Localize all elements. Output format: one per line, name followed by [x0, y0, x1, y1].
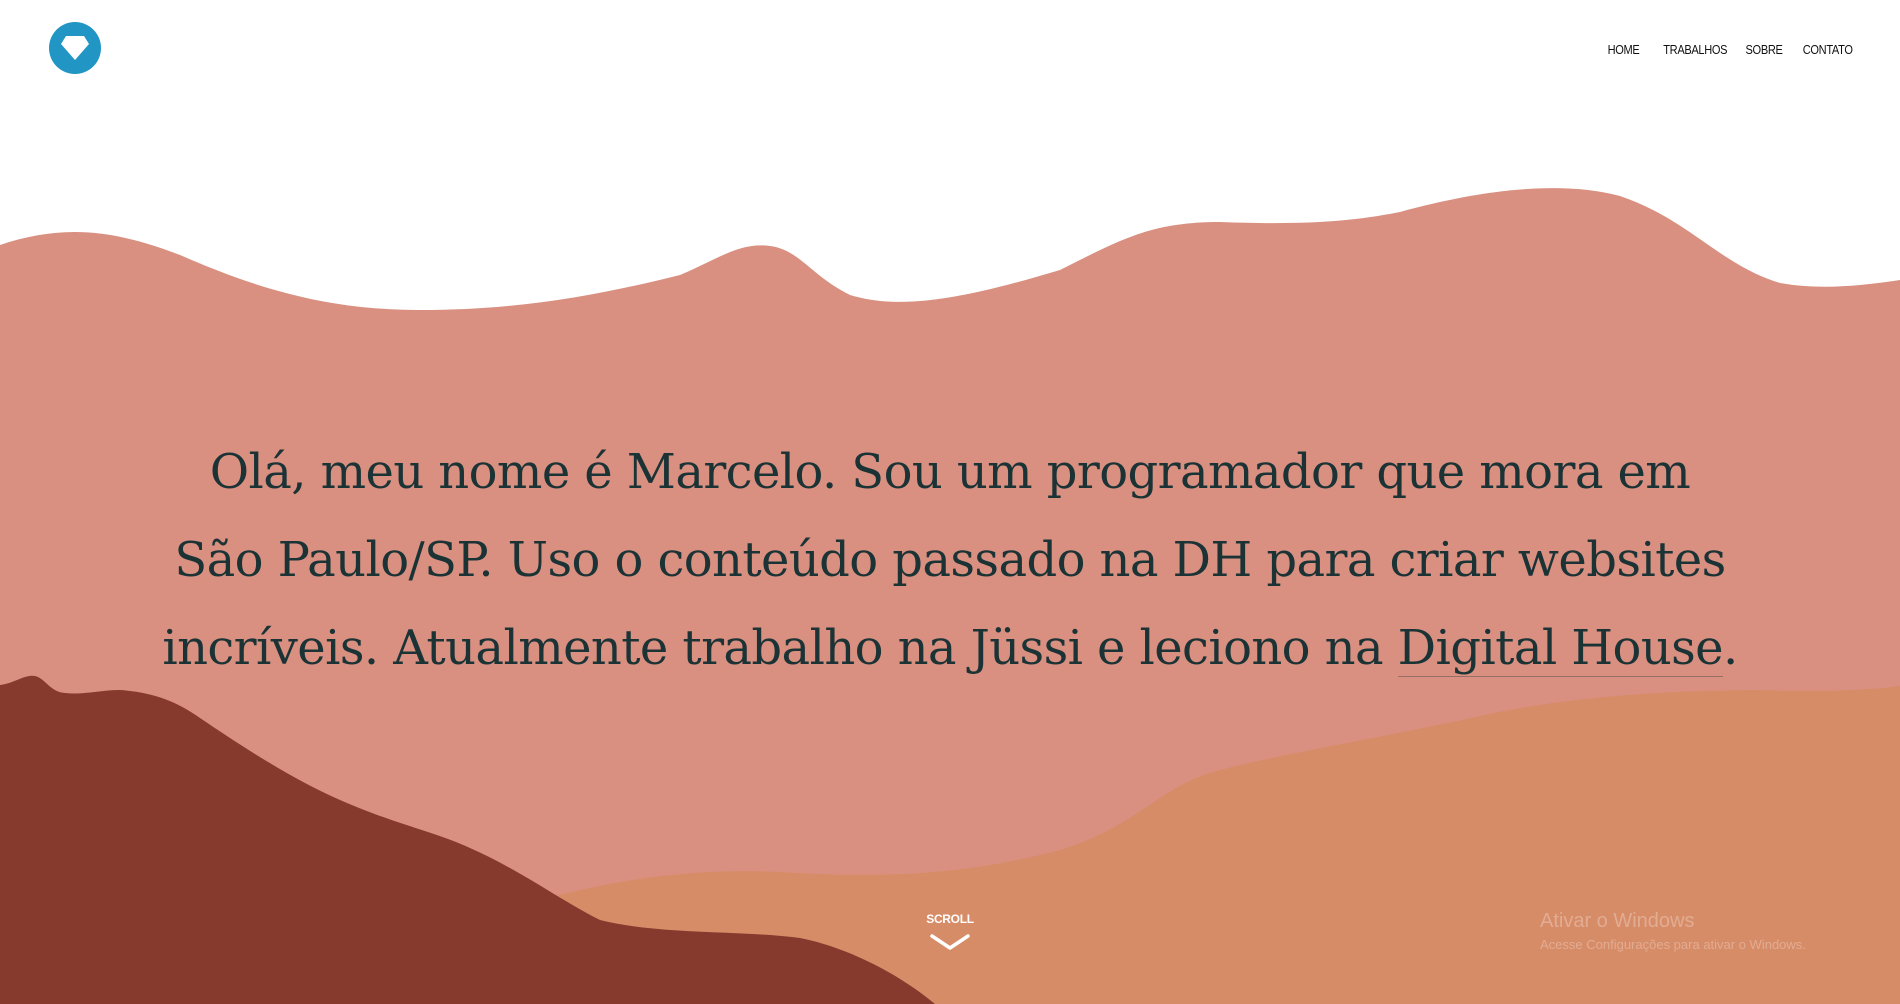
watermark-subtitle: Acesse Configurações para ativar o Windo…	[1540, 937, 1806, 952]
page: HOME TRABALHOS SOBRE CONTATO Olá, meu no…	[0, 0, 1900, 1004]
diamond-icon	[61, 36, 89, 60]
scroll-button[interactable]: SCROLL	[920, 912, 980, 956]
main-nav: HOME TRABALHOS SOBRE CONTATO	[1602, 42, 1853, 57]
intro-text: Olá, meu nome é Marcelo. Sou um programa…	[160, 428, 1740, 692]
nav-sobre[interactable]: SOBRE	[1745, 42, 1782, 57]
intro-text-end: .	[1722, 620, 1738, 676]
nav-home[interactable]: HOME	[1608, 42, 1640, 57]
watermark-title: Ativar o Windows	[1540, 910, 1695, 932]
chevron-down-icon	[930, 934, 970, 950]
digital-house-link[interactable]: Digital House	[1397, 620, 1724, 677]
nav-trabalhos[interactable]: TRABALHOS	[1663, 42, 1727, 57]
scroll-label: SCROLL	[926, 912, 974, 926]
nav-contato[interactable]: CONTATO	[1803, 42, 1853, 57]
windows-activation-watermark: Ativar o Windows Acesse Configurações pa…	[1540, 910, 1860, 953]
logo[interactable]	[49, 22, 101, 74]
